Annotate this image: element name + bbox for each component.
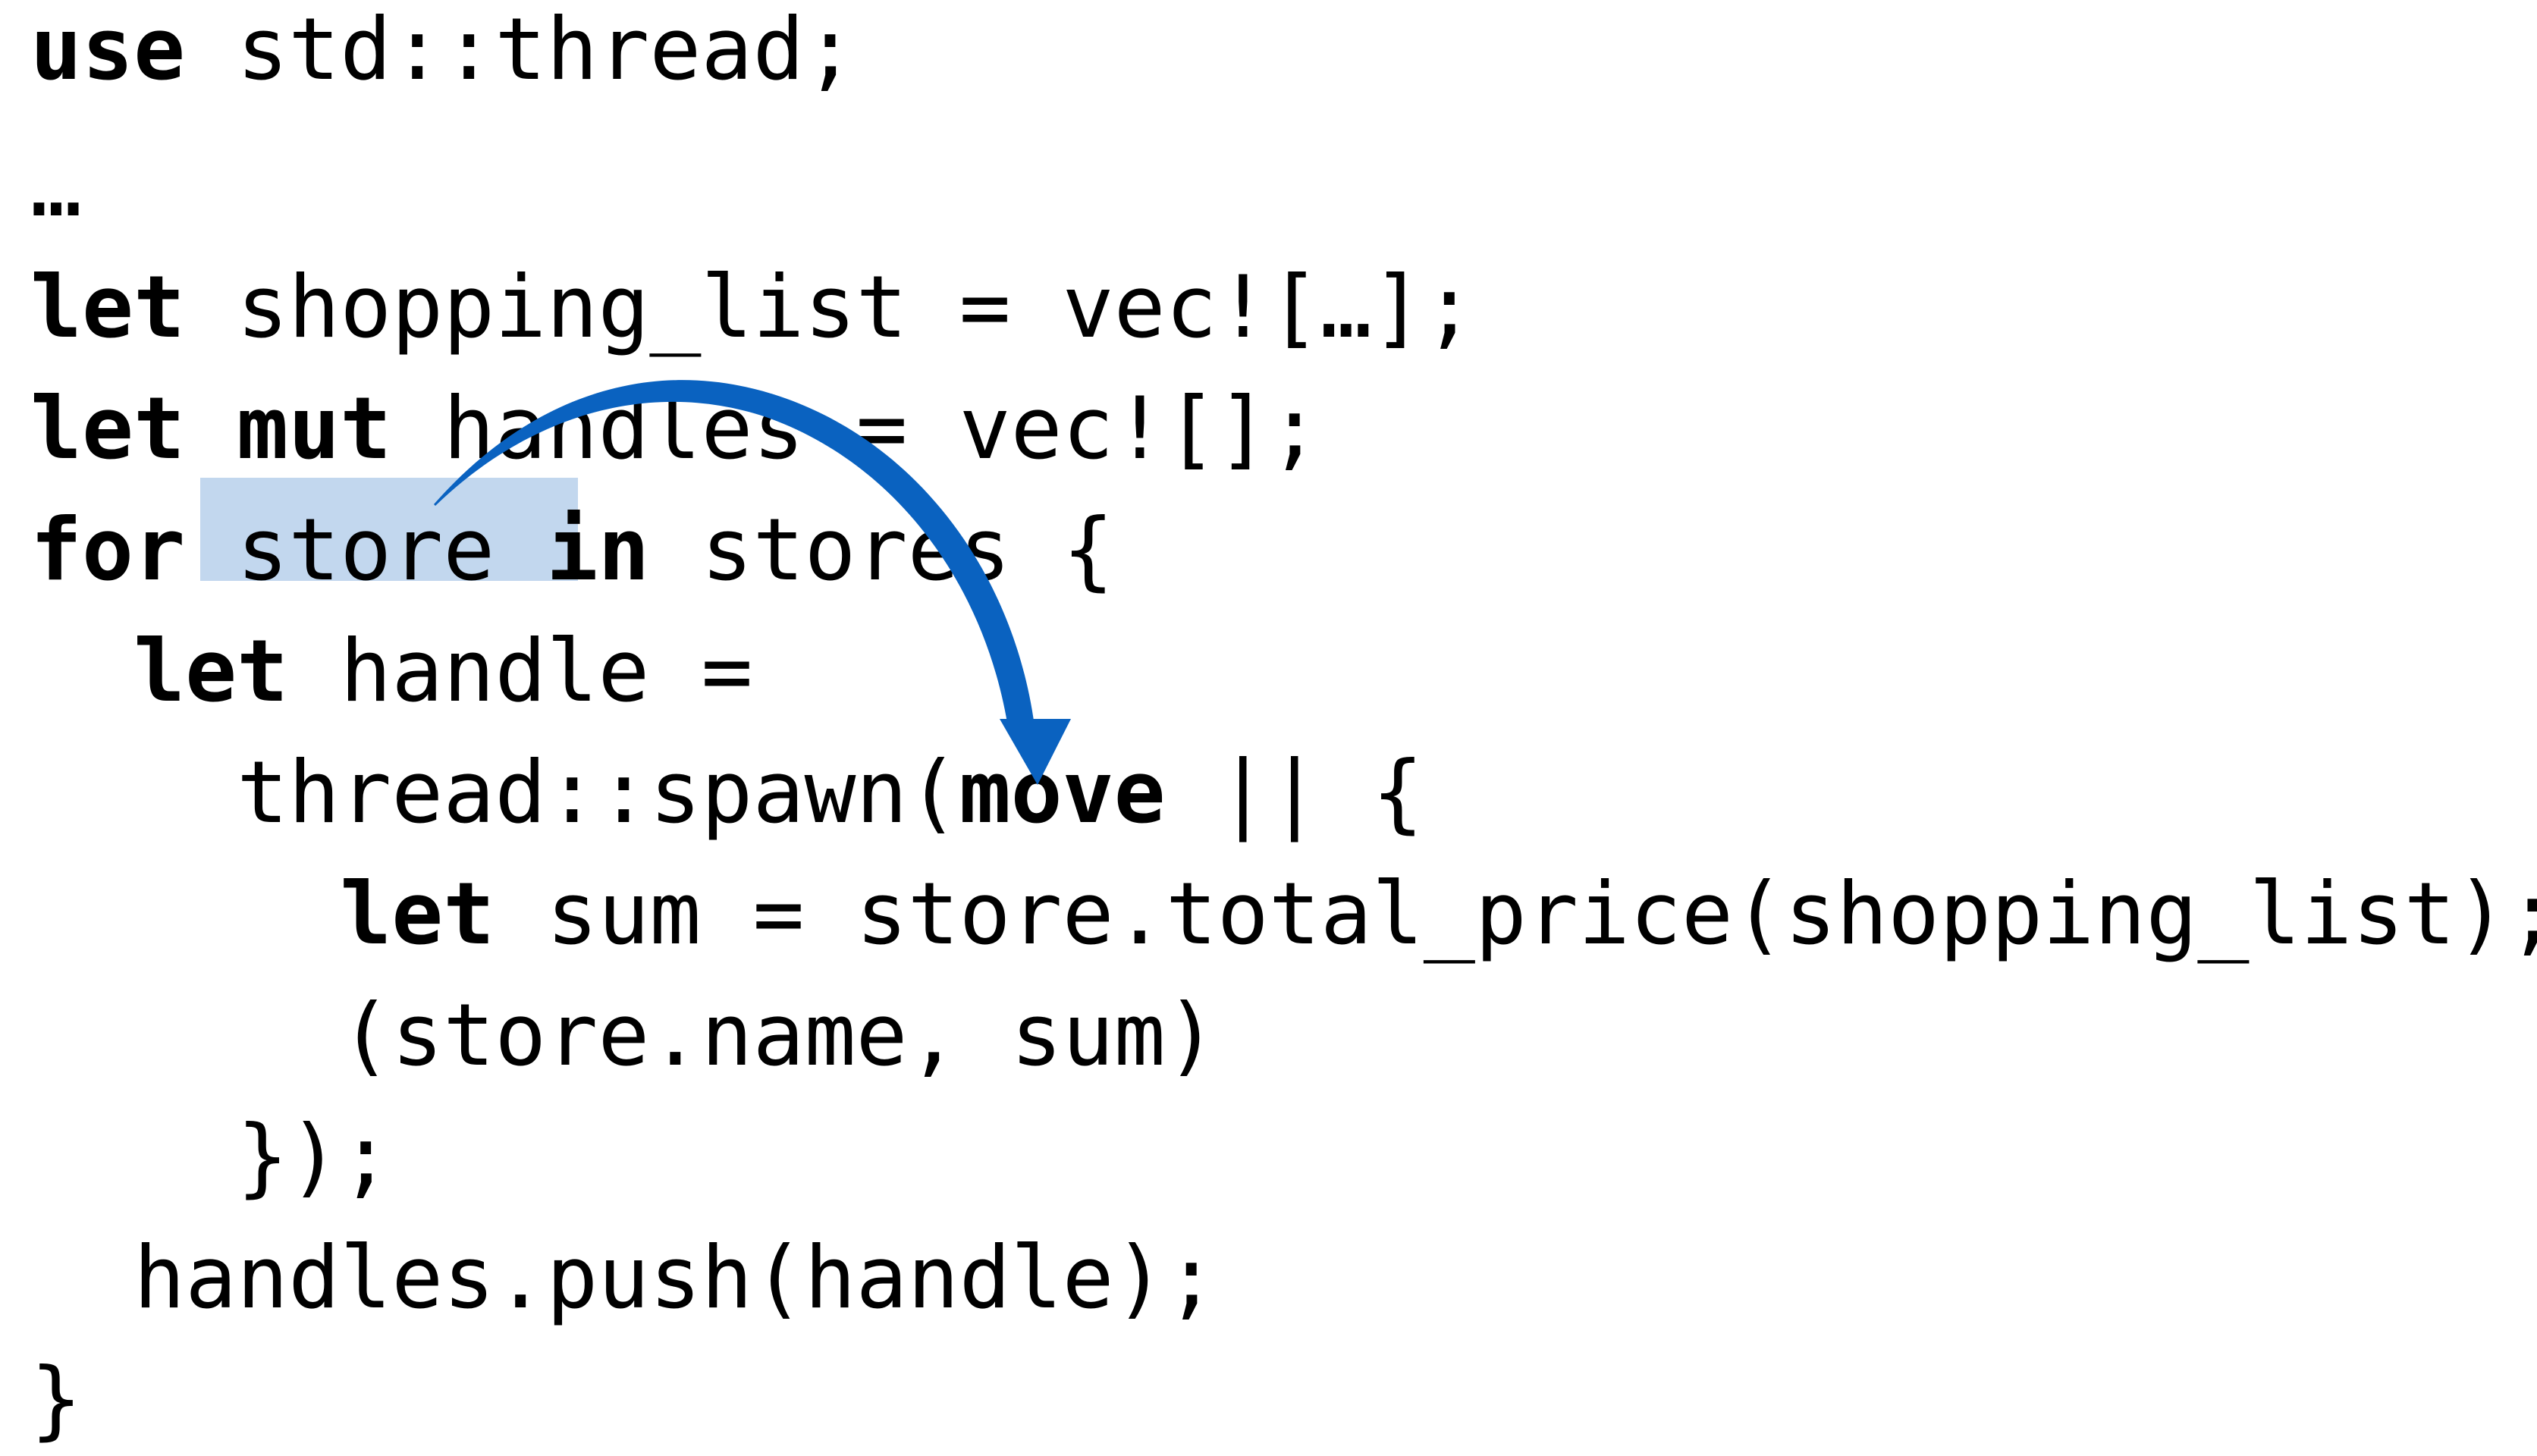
keyword-let: let [30,257,186,357]
code-text: || { [1165,742,1424,843]
code-line-1: use std::thread; [30,0,856,106]
keyword-in: in [546,500,650,600]
code-line-4: let mut handles = vec![]; [30,372,1320,485]
keyword-for: for [30,500,186,600]
code-text: handles = vec![]; [391,378,1320,479]
keyword-let: let [133,621,289,721]
ellipsis-text: … [30,136,83,236]
code-text: stores { [649,500,1114,600]
code-line-11: handles.push(handle); [30,1221,1217,1335]
code-line-10: }); [30,1100,391,1213]
code-text: thread::spawn( [30,742,959,843]
code-line-2: … [30,129,82,243]
keyword-move: move [959,742,1166,843]
code-text: handles.push(handle); [30,1228,1217,1328]
code-line-9: (store.name, sum) [30,978,1217,1092]
code-text: handle = [288,621,753,721]
keyword-use: use [30,0,186,99]
loop-variable-store: store [237,500,547,600]
code-text: }); [30,1106,392,1207]
code-line-7: thread::spawn(move || { [30,736,1424,849]
keyword-let: let [340,864,495,964]
keyword-mut: mut [237,378,392,479]
code-text: (store.name, sum) [30,985,1217,1085]
code-text: std::thread; [185,0,856,99]
code-line-6: let handle = [30,614,752,728]
code-text: shopping_list = vec![…]; [185,257,1475,357]
code-line-5: for store in stores { [30,493,1114,607]
code-line-8: let sum = store.total_price(shopping_lis… [30,857,2537,971]
code-line-12: } [30,1342,82,1456]
code-line-3: let shopping_list = vec![…]; [30,250,1475,364]
code-text: } [30,1349,83,1449]
keyword-let: let [30,378,186,479]
code-block: use std::thread; … let shopping_list = v… [30,0,2537,1449]
code-text: sum = store.total_price(shopping_list); [495,864,2537,964]
